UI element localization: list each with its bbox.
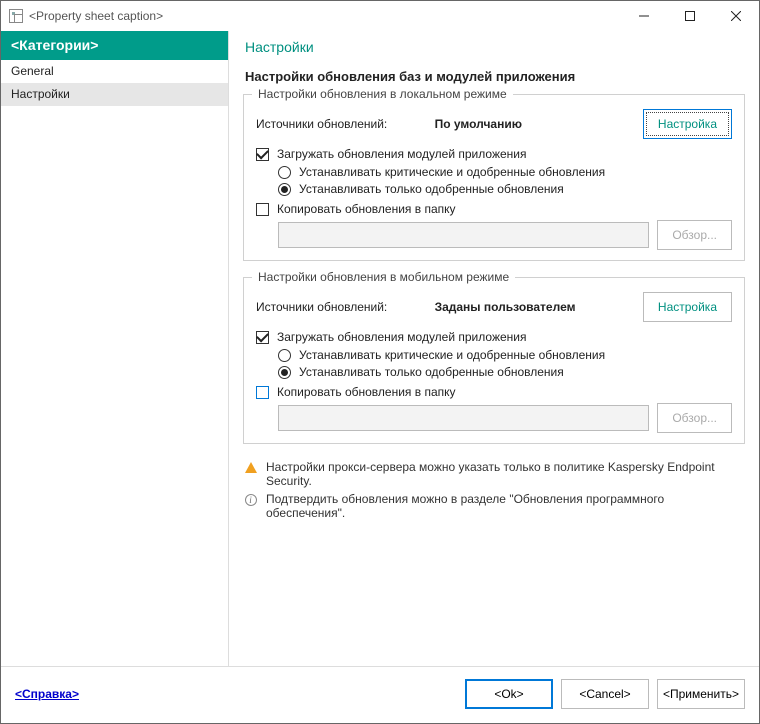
groupbox-mobile: Настройки обновления в мобильном режиме … xyxy=(243,277,745,444)
mobile-sources-value: Заданы пользователем xyxy=(435,300,643,314)
local-radio-approved-label: Устанавливать только одобренные обновлен… xyxy=(299,182,564,196)
minimize-button[interactable] xyxy=(621,1,667,31)
mobile-copy-path-input[interactable] xyxy=(278,405,649,431)
mobile-configure-button[interactable]: Настройка xyxy=(643,292,732,322)
mobile-sources-label: Источники обновлений: xyxy=(256,300,435,314)
local-sources-value: По умолчанию xyxy=(435,117,643,131)
local-radio-critical[interactable] xyxy=(278,166,291,179)
property-sheet-window: <Property sheet caption> <Категории> Gen… xyxy=(0,0,760,724)
mobile-radio-critical-label: Устанавливать критические и одобренные о… xyxy=(299,348,605,362)
mobile-radio-approved-label: Устанавливать только одобренные обновлен… xyxy=(299,365,564,379)
maximize-button[interactable] xyxy=(667,1,713,31)
footer: <Справка> <Ok> <Cancel> <Применить> xyxy=(1,666,759,723)
local-browse-button[interactable]: Обзор... xyxy=(657,220,732,250)
page-title: Настройки xyxy=(243,31,745,65)
sidebar-item-general[interactable]: General xyxy=(1,60,228,83)
local-copy-path-input[interactable] xyxy=(278,222,649,248)
apply-button[interactable]: <Применить> xyxy=(657,679,745,709)
cancel-button[interactable]: <Cancel> xyxy=(561,679,649,709)
content: Настройки Настройки обновления баз и мод… xyxy=(229,31,759,666)
sidebar-item-settings[interactable]: Настройки xyxy=(1,83,228,106)
warning-icon xyxy=(243,460,258,475)
close-button[interactable] xyxy=(713,1,759,31)
group-legend-local: Настройки обновления в локальном режиме xyxy=(252,87,513,101)
mobile-copy-folder-label: Копировать обновления в папку xyxy=(277,385,456,399)
sidebar-item-label: Настройки xyxy=(11,87,70,101)
info-icon: i xyxy=(243,492,258,507)
local-sources-label: Источники обновлений: xyxy=(256,117,435,131)
mobile-radio-approved[interactable] xyxy=(278,366,291,379)
local-download-modules-label: Загружать обновления модулей приложения xyxy=(277,147,526,161)
mobile-download-modules-label: Загружать обновления модулей приложения xyxy=(277,330,526,344)
local-radio-critical-label: Устанавливать критические и одобренные о… xyxy=(299,165,605,179)
mobile-radio-critical[interactable] xyxy=(278,349,291,362)
mobile-browse-button[interactable]: Обзор... xyxy=(657,403,732,433)
help-link[interactable]: <Справка> xyxy=(15,687,79,701)
local-radio-approved[interactable] xyxy=(278,183,291,196)
local-configure-button[interactable]: Настройка xyxy=(643,109,732,139)
local-copy-folder-label: Копировать обновления в папку xyxy=(277,202,456,216)
notes-area: Настройки прокси-сервера можно указать т… xyxy=(243,460,745,520)
groupbox-local: Настройки обновления в локальном режиме … xyxy=(243,94,745,261)
group-legend-mobile: Настройки обновления в мобильном режиме xyxy=(252,270,515,284)
sidebar-header: <Категории> xyxy=(1,31,228,60)
body: <Категории> General Настройки Настройки … xyxy=(1,31,759,666)
titlebar: <Property sheet caption> xyxy=(1,1,759,31)
window-caption: <Property sheet caption> xyxy=(29,9,163,23)
mobile-download-modules-checkbox[interactable] xyxy=(256,331,269,344)
local-copy-folder-checkbox[interactable] xyxy=(256,203,269,216)
ok-button[interactable]: <Ok> xyxy=(465,679,553,709)
mobile-copy-folder-checkbox[interactable] xyxy=(256,386,269,399)
local-download-modules-checkbox[interactable] xyxy=(256,148,269,161)
sidebar: <Категории> General Настройки xyxy=(1,31,229,666)
sidebar-item-label: General xyxy=(11,64,54,78)
note-warning-text: Настройки прокси-сервера можно указать т… xyxy=(266,460,745,488)
note-info-text: Подтвердить обновления можно в разделе "… xyxy=(266,492,745,520)
app-icon xyxy=(9,9,23,23)
